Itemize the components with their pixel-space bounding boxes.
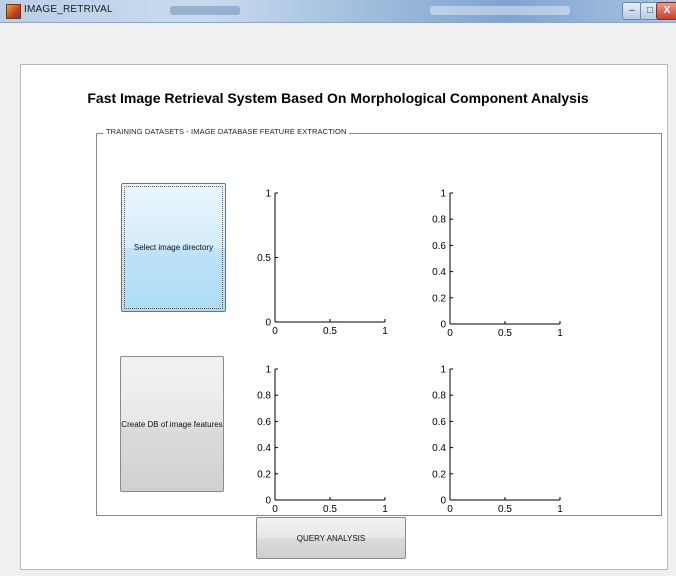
y-tick-label: 0.6 (432, 241, 446, 252)
x-tick-label: 0.5 (323, 504, 337, 515)
y-tick-label: 0.2 (257, 469, 271, 480)
y-tick-label: 0 (440, 496, 446, 507)
x-tick-label: 0 (272, 504, 278, 515)
x-tick-label: 1 (557, 328, 563, 339)
axes-1: 0 0.5 1 0 0.5 1 (257, 189, 388, 338)
y-tick-label: 0.6 (432, 417, 446, 428)
axes-layer: 00.510 0.5 100.20.40.60.810 0.5 100.20.40.60… (257, 189, 563, 516)
y-tick-label: 0 (440, 320, 446, 331)
x-tick-label: 1 (557, 504, 563, 515)
x-tick-label: 0 (272, 326, 278, 337)
axes-2: 0 0.2 0.4 0.6 0.8 1 0 0.5 1 (432, 189, 563, 340)
axes-4: 0 0.2 0.4 0.6 0.8 1 0 0.5 1 (432, 365, 563, 516)
y-tick-label: 0.2 (432, 293, 446, 304)
y-tick-label: 0.5 (257, 253, 271, 264)
y-tick-label: 0.8 (257, 391, 271, 402)
axes-3: 0 0.2 0.4 0.6 0.8 1 0 0.5 1 (257, 365, 388, 516)
y-tick-label: 1 (440, 365, 446, 376)
x-tick-label: 0.5 (498, 504, 512, 515)
y-tick-label: 0.2 (432, 469, 446, 480)
y-tick-label: 0.4 (432, 267, 446, 278)
y-tick-label: 1 (265, 365, 271, 376)
y-tick-label: 0.8 (432, 215, 446, 226)
x-tick-label: 0 (447, 328, 453, 339)
y-tick-label: 0 (265, 318, 271, 329)
x-tick-label: 1 (382, 504, 388, 515)
x-tick-label: 0.5 (498, 328, 512, 339)
y-tick-label: 1 (265, 189, 271, 200)
x-tick-label: 0.5 (323, 326, 337, 337)
y-tick-label: 0.6 (257, 417, 271, 428)
y-tick-label: 0 (265, 496, 271, 507)
x-tick-label: 0 (447, 504, 453, 515)
y-tick-label: 0.8 (432, 391, 446, 402)
y-tick-label: 0.4 (257, 443, 271, 454)
y-tick-label: 1 (440, 189, 446, 200)
y-tick-label: 0.4 (432, 443, 446, 454)
x-tick-label: 1 (382, 326, 388, 337)
